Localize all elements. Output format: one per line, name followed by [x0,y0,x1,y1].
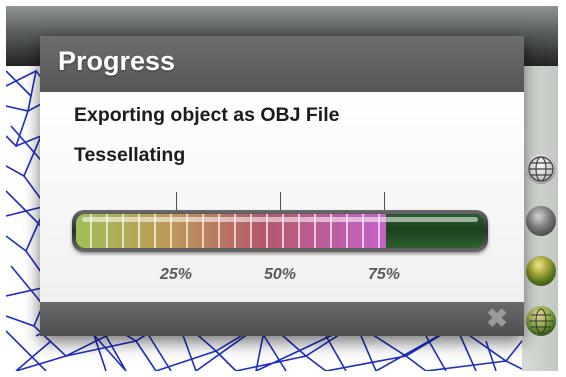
progress-bar [72,210,488,252]
textured-sphere-icon-graphic [529,308,553,334]
status-text: Tessellating [74,144,186,166]
dialog-footer: ✖ [40,302,524,336]
export-message: Exporting object as OBJ File [74,104,340,126]
dialog-body: Exporting object as OBJ File Tessellatin… [40,92,524,302]
tick-label-50: 50% [263,266,297,283]
progress-dialog: Progress Exporting object as OBJ File Te… [40,36,524,336]
tick-25 [176,192,177,212]
dialog-title: Progress [58,46,176,76]
tick-75 [384,192,385,212]
tick-label-75: 75% [367,266,401,283]
progress-bar-highlight [82,217,478,222]
shaded-sphere-icon[interactable] [526,256,556,286]
progress-bar-track [76,214,484,248]
tick-label-25: 25% [159,266,193,283]
textured-sphere-icon[interactable] [526,306,556,336]
tick-50 [280,192,281,212]
shading-toolbar [522,66,558,371]
dialog-header: Progress [40,36,524,92]
wireframe-sphere-icon-graphic [528,156,554,182]
wireframe-sphere-icon[interactable] [526,154,556,184]
gray-sphere-icon[interactable] [526,206,556,236]
close-icon[interactable]: ✖ [484,305,510,331]
app-window: Progress Exporting object as OBJ File Te… [6,6,558,371]
